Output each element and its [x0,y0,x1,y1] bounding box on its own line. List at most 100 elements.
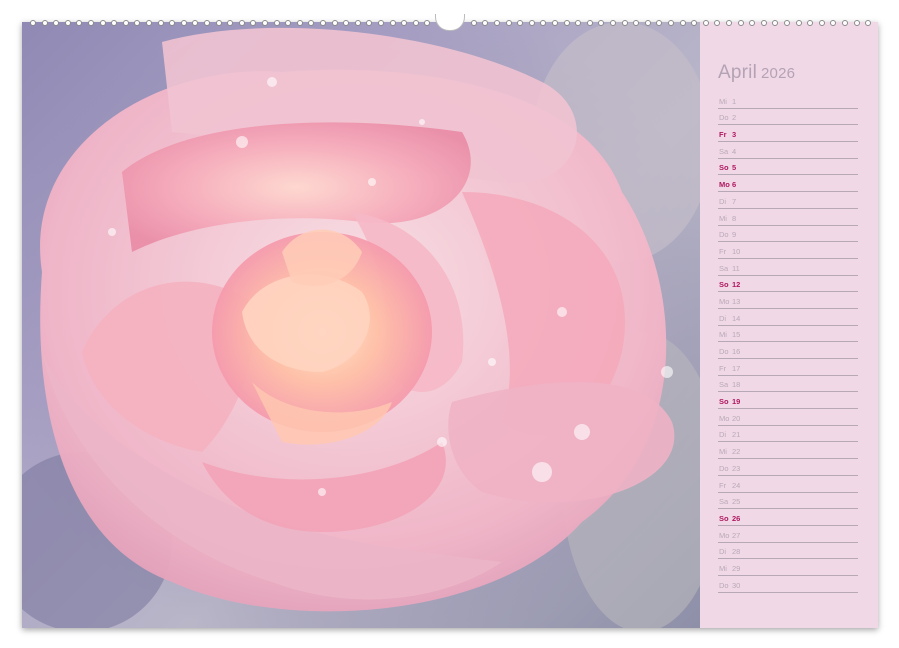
binding-ring [517,20,523,26]
day-row: Di21 [718,426,858,443]
day-number: 29 [732,564,740,573]
binding-ring [645,20,651,26]
day-weekday: Do [719,464,729,473]
binding-ring [807,20,813,26]
day-row: Fr17 [718,359,858,376]
binding-ring [726,20,732,26]
day-row: Sa11 [718,259,858,276]
day-number: 14 [732,314,740,323]
day-row: Di 7 [718,192,858,209]
day-weekday: Mi [719,564,727,573]
day-number: 8 [732,214,736,223]
binding-ring [123,20,129,26]
month-year: 2026 [761,65,795,82]
day-row: Sa25 [718,493,858,510]
binding-ring [343,20,349,26]
binding-ring [378,20,384,26]
day-row: Di28 [718,543,858,560]
binding-ring [610,20,616,26]
binding-ring [30,20,36,26]
binding-ring [656,20,662,26]
binding-ring [854,20,860,26]
day-number: 27 [732,531,740,540]
day-number: 26 [732,514,740,523]
binding-ring [100,20,106,26]
binding-ring [540,20,546,26]
day-weekday: Di [719,197,726,206]
day-number: 5 [732,163,736,172]
day-weekday: Fr [719,130,727,139]
day-row: Fr24 [718,476,858,493]
binding-ring [598,20,604,26]
binding-ring [796,20,802,26]
day-number: 22 [732,447,740,456]
binding-ring [297,20,303,26]
binding-ring [146,20,152,26]
binding-ring [482,20,488,26]
day-weekday: Di [719,547,726,556]
day-weekday: So [719,280,729,289]
day-number: 16 [732,347,740,356]
day-number: 12 [732,280,740,289]
binding-ring [842,20,848,26]
day-weekday: Fr [719,481,726,490]
day-weekday: Mi [719,97,727,106]
day-row: Do2 [718,109,858,126]
day-weekday: So [719,163,729,172]
day-row: Mo20 [718,409,858,426]
day-weekday: Mi [719,447,727,456]
binding-ring [680,20,686,26]
binding-ring [529,20,535,26]
month-title: April2026 [718,62,795,84]
day-weekday: Mo [719,531,729,540]
month-name: April [718,62,757,83]
binding-ring [552,20,558,26]
day-weekday: So [719,514,729,523]
day-weekday: Do [719,230,729,239]
day-number: 4 [732,147,736,156]
binding-ring [181,20,187,26]
binding-ring [262,20,268,26]
binding-ring [355,20,361,26]
day-number: 20 [732,414,740,423]
day-row: Mi 29 [718,559,858,576]
day-weekday: Do [719,113,729,122]
binding-ring [308,20,314,26]
day-row: Sa4 [718,142,858,159]
binding-ring [216,20,222,26]
binding-ring [366,20,372,26]
binding-ring [192,20,198,26]
day-weekday: Mi [719,214,727,223]
day-row: Mi15 [718,326,858,343]
binding-ring [819,20,825,26]
day-number: 2 [732,113,736,122]
binding-ring [714,20,720,26]
day-weekday: Sa [719,264,728,273]
binding-ring [564,20,570,26]
day-weekday: Do [719,581,729,590]
binding-ring [390,20,396,26]
day-weekday: Mo [719,414,729,423]
binding-ring [506,20,512,26]
binding-ring [749,20,755,26]
day-weekday: Sa [719,380,728,389]
binding-ring [772,20,778,26]
day-number: 18 [732,380,740,389]
day-row: Fr3 [718,125,858,142]
binding-ring [158,20,164,26]
day-weekday: Di [719,430,726,439]
day-row: Fr10 [718,242,858,259]
day-number: 19 [732,397,740,406]
binding-ring [332,20,338,26]
binding-ring [784,20,790,26]
binding-ring [227,20,233,26]
day-number: 25 [732,497,740,506]
day-number: 7 [732,197,736,206]
binding-ring [204,20,210,26]
day-row: Mo13 [718,292,858,309]
calendar-page: April2026 Mi1Do2Fr3Sa4So5Mo6Di7Mi8Do9Fr1… [22,22,878,628]
day-row: Mi 22 [718,442,858,459]
day-weekday: So [719,397,729,406]
day-weekday: Mi [719,330,727,339]
day-weekday: Fr [719,247,726,256]
